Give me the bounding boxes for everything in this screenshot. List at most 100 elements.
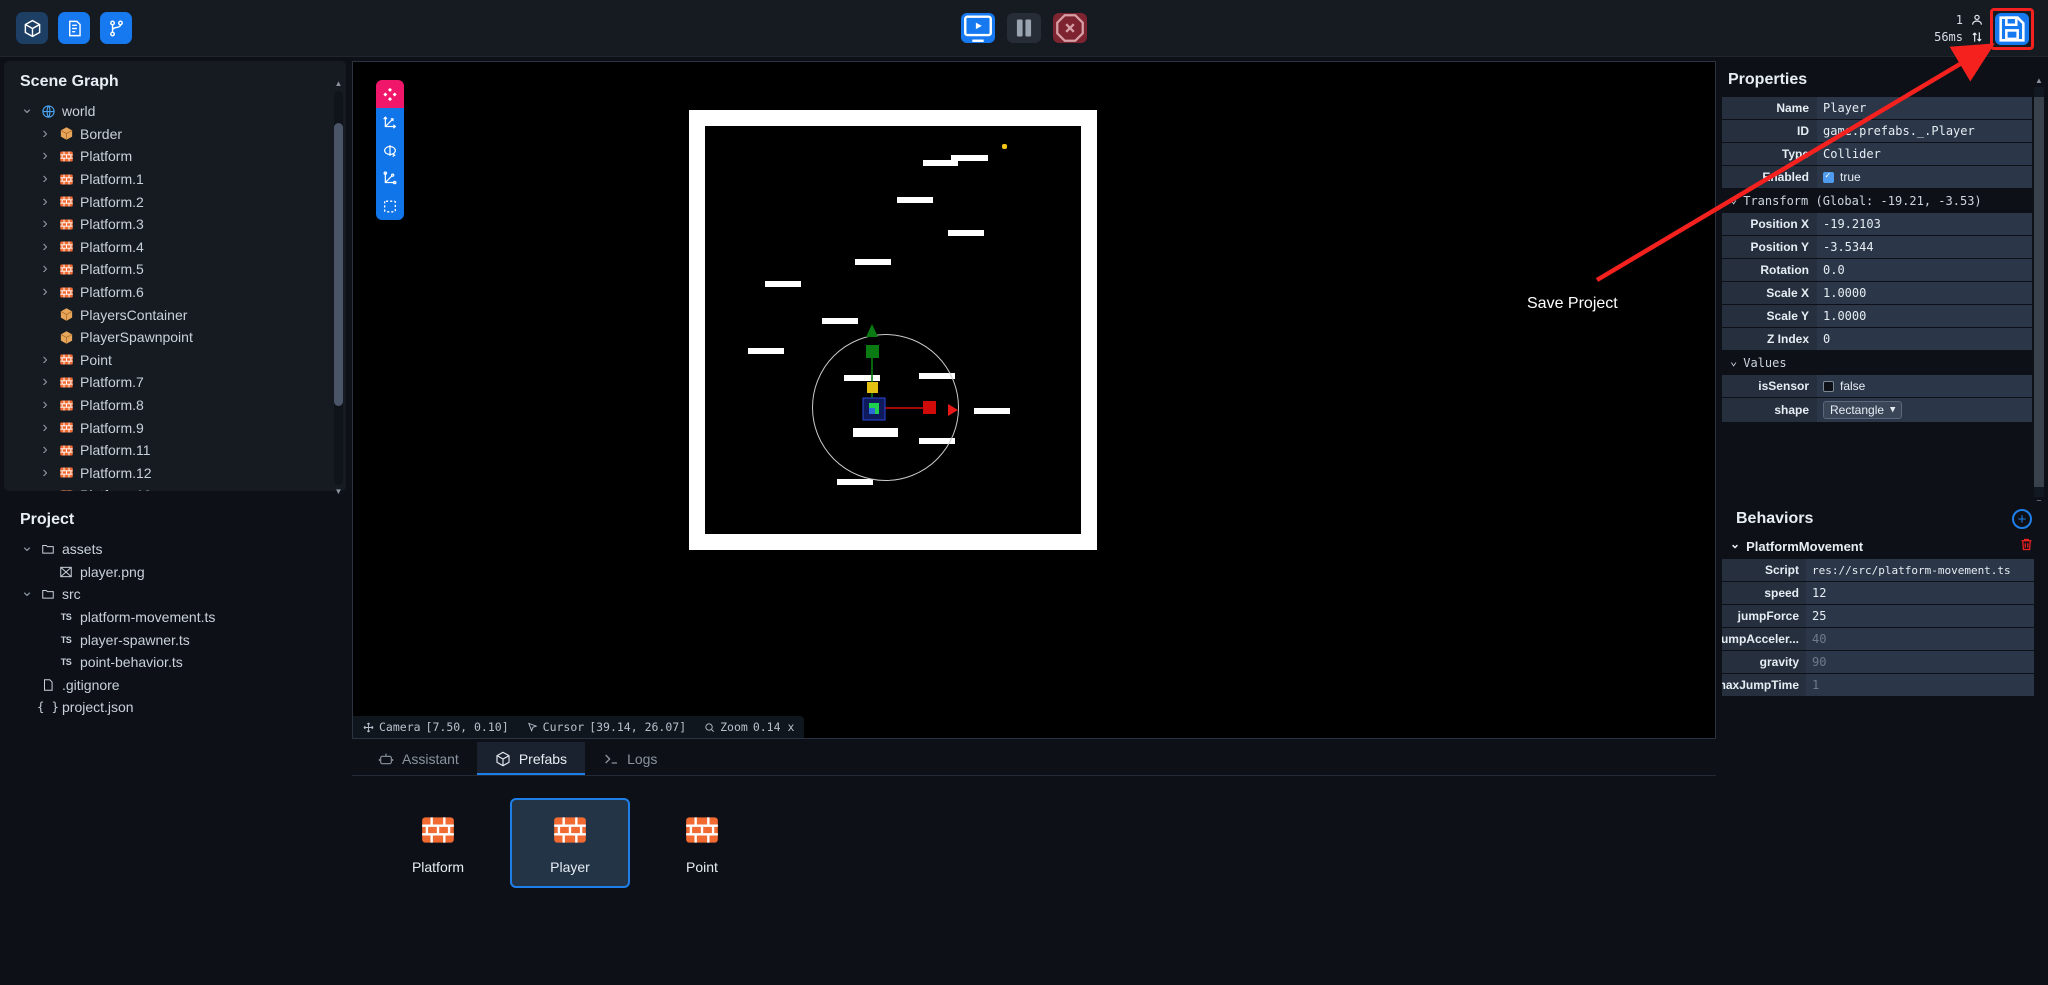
property-value[interactable]: Rectangle ▼: [1817, 398, 2032, 422]
scene-graph-item[interactable]: › Platform.6: [10, 281, 346, 304]
property-value[interactable]: 1.0000: [1817, 282, 2032, 304]
platform-object[interactable]: [951, 154, 989, 161]
transform-gizmo[interactable]: [783, 312, 1003, 512]
scene-graph-item[interactable]: ⌄ world: [10, 100, 346, 123]
chevron-down-icon[interactable]: ⌄: [1730, 192, 1737, 206]
chevron-down-icon[interactable]: ⌄: [20, 100, 34, 117]
chevron-right-icon[interactable]: ›: [38, 260, 52, 278]
select-box-tool[interactable]: [376, 192, 404, 220]
save-project-button[interactable]: [1995, 12, 2029, 45]
scene-graph-item[interactable]: PlayerSpawnpoint: [10, 326, 346, 349]
behavior-field-value[interactable]: 25: [1806, 605, 2034, 627]
scene-graph-tree[interactable]: ⌄ world › Border › Platform › Platform.1 › Platfo…: [4, 100, 346, 491]
property-value[interactable]: true: [1817, 166, 2032, 188]
chevron-right-icon[interactable]: ›: [38, 419, 52, 437]
properties-scrollbar[interactable]: ▲ ▼: [2034, 76, 2044, 501]
chevron-down-icon[interactable]: ⌄: [20, 582, 34, 600]
behavior-field-value[interactable]: 12: [1806, 582, 2034, 604]
scrollbar-thumb[interactable]: [334, 122, 343, 407]
scene-editor-button[interactable]: [16, 12, 48, 44]
property-value[interactable]: -3.5344: [1817, 236, 2032, 258]
checkbox[interactable]: [1823, 171, 1834, 183]
dock-tab-logs[interactable]: Logs: [585, 742, 675, 775]
dock-tab-prefabs[interactable]: Prefabs: [476, 742, 586, 775]
gizmo-center-handle[interactable]: [867, 382, 878, 393]
scene-viewport[interactable]: Camera [7.50, 0.10] Cursor [39.14, 26.07…: [352, 61, 1716, 739]
gizmo-x-handle[interactable]: [923, 401, 936, 414]
gizmo-up-arrow[interactable]: [866, 324, 878, 337]
properties-scroll-up[interactable]: ▲: [2034, 75, 2044, 87]
behavior-field-value[interactable]: 1: [1806, 674, 2034, 696]
chevron-right-icon[interactable]: ›: [38, 170, 52, 188]
scene-graph-item[interactable]: › Platform.7: [10, 371, 346, 394]
platform-object[interactable]: [765, 281, 802, 288]
behavior-field-value[interactable]: 90: [1806, 651, 2034, 673]
platform-object[interactable]: [896, 197, 933, 204]
project-item[interactable]: TS platform-movement.ts: [10, 606, 346, 629]
project-item[interactable]: ⌄ assets: [10, 538, 346, 561]
scene-graph-item[interactable]: PlayersContainer: [10, 303, 346, 326]
chevron-down-icon[interactable]: ⌄: [1730, 354, 1737, 368]
point-object[interactable]: [1002, 144, 1007, 149]
gizmo-y-handle[interactable]: [866, 345, 879, 358]
shape-select[interactable]: Rectangle ▼: [1823, 401, 1903, 419]
checkbox[interactable]: [1823, 380, 1834, 392]
prefab-card-point[interactable]: Point: [642, 798, 762, 888]
scene-graph-item[interactable]: › Platform.11: [10, 439, 346, 462]
scale-tool[interactable]: [376, 164, 404, 192]
project-item[interactable]: TS point-behavior.ts: [10, 651, 346, 674]
rotate-tool[interactable]: [376, 136, 404, 164]
chevron-right-icon[interactable]: ›: [38, 283, 52, 301]
chevron-right-icon[interactable]: ›: [38, 238, 52, 256]
chevron-right-icon[interactable]: ›: [38, 464, 52, 482]
prefab-card-player[interactable]: Player: [510, 798, 630, 888]
scene-graph-item[interactable]: › Platform: [10, 145, 346, 168]
platform-object[interactable]: [947, 230, 984, 237]
chevron-right-icon[interactable]: ›: [38, 351, 52, 369]
stop-button[interactable]: [1053, 13, 1087, 43]
dock-tab-assistant[interactable]: Assistant: [360, 742, 477, 775]
property-value[interactable]: 0: [1817, 328, 2032, 350]
project-item[interactable]: { } project.json: [10, 696, 346, 719]
project-item[interactable]: ⌄ src: [10, 583, 346, 606]
properties-scroll-thumb[interactable]: [2034, 97, 2044, 487]
add-behavior-button[interactable]: +: [2012, 509, 2032, 529]
chevron-right-icon[interactable]: ›: [38, 147, 52, 165]
property-value[interactable]: 1.0000: [1817, 305, 2032, 327]
scene-graph-item[interactable]: › Platform.12: [10, 462, 346, 485]
properties-scroll-down[interactable]: ▼: [2034, 497, 2044, 501]
version-control-button[interactable]: [100, 12, 132, 44]
property-value[interactable]: Collider: [1817, 143, 2032, 165]
behavior-field-value[interactable]: 40: [1806, 628, 2034, 650]
scene-graph-item[interactable]: › Platform.3: [10, 213, 346, 236]
play-button[interactable]: [961, 13, 995, 43]
chevron-down-icon[interactable]: ⌄: [20, 538, 34, 555]
chevron-down-icon[interactable]: ⌄: [1730, 537, 1740, 551]
scene-graph-item[interactable]: › Platform.8: [10, 394, 346, 417]
chevron-right-icon[interactable]: ›: [38, 215, 52, 233]
chevron-right-icon[interactable]: ›: [38, 396, 52, 414]
translate-tool[interactable]: [376, 108, 404, 136]
scene-graph-item[interactable]: › Platform.1: [10, 168, 346, 191]
project-item[interactable]: player.png: [10, 561, 346, 584]
platform-object[interactable]: [923, 159, 959, 166]
behavior-field-value[interactable]: res://src/platform-movement.ts: [1806, 559, 2034, 581]
scene-graph-item[interactable]: › Platform.9: [10, 416, 346, 439]
chevron-right-icon[interactable]: ›: [38, 125, 52, 143]
property-value[interactable]: -19.2103: [1817, 213, 2032, 235]
property-value[interactable]: game.prefabs._.Player: [1817, 120, 2032, 142]
delete-behavior-button[interactable]: [2019, 537, 2034, 555]
scene-graph-scrollbar[interactable]: ▲ ▼: [334, 79, 343, 496]
scene-graph-item[interactable]: › Platform.5: [10, 258, 346, 281]
project-item[interactable]: TS player-spawner.ts: [10, 628, 346, 651]
project-item[interactable]: .gitignore: [10, 674, 346, 697]
prefab-card-platform[interactable]: Platform: [378, 798, 498, 888]
scene-graph-item[interactable]: › Platform.4: [10, 236, 346, 259]
scene-graph-item[interactable]: › Platform.2: [10, 190, 346, 213]
values-section-header[interactable]: ⌄ Values: [1722, 352, 2046, 373]
scene-graph-item[interactable]: › Platform.10: [10, 484, 346, 491]
behavior-group-header[interactable]: ⌄ PlatformMovement: [1722, 535, 2046, 559]
scrollbar-up-arrow[interactable]: ▲: [334, 79, 343, 89]
chevron-right-icon[interactable]: ›: [38, 486, 52, 491]
transform-section-header[interactable]: ⌄ Transform (Global: -19.21, -3.53): [1722, 190, 2046, 211]
